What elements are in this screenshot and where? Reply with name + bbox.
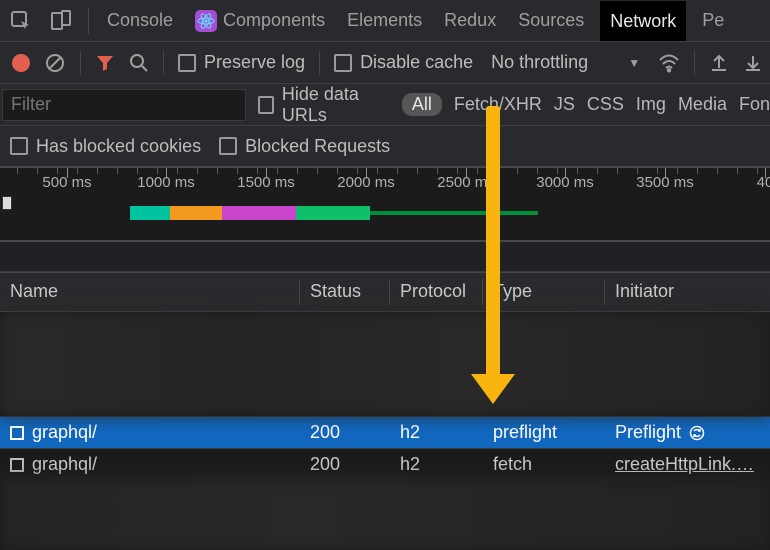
filter-type-fetch-xhr[interactable]: Fetch/XHR [454,94,542,115]
export-har-icon[interactable] [743,53,763,73]
filter-bar: Hide data URLs All Fetch/XHR JS CSS Img … [0,84,770,126]
blocked-cookies-checkbox[interactable]: Has blocked cookies [10,136,201,157]
separator [319,51,320,75]
separator [163,51,164,75]
inspect-element-icon[interactable] [6,6,36,36]
table-header: Name Status Protocol Type Initiator [0,272,770,312]
hide-data-urls-checkbox[interactable]: Hide data URLs [258,84,390,126]
checkbox-icon [10,137,28,155]
disable-cache-checkbox[interactable]: Disable cache [334,52,473,73]
devtools-tabbar: Console Components Elements Redux Source… [0,0,770,42]
filter-type-all[interactable]: All [402,93,442,116]
separator [80,51,81,75]
checkbox-label: Preserve log [204,52,305,73]
cell-name: graphql/ [0,451,300,478]
filter-type-css[interactable]: CSS [587,94,624,115]
tab-sources[interactable]: Sources [512,8,590,33]
network-toolbar: Preserve log Disable cache No throttling… [0,42,770,84]
preflight-link-icon[interactable] [689,425,705,441]
throttle-label: No throttling [491,52,588,73]
timeline-spacer [0,242,770,272]
filter-input[interactable] [2,89,246,121]
col-name[interactable]: Name [0,273,300,311]
import-har-icon[interactable] [709,53,729,73]
cell-initiator: Preflight [605,419,770,446]
cell-name: graphql/ [0,419,300,446]
checkbox-icon [258,96,274,114]
device-toggle-icon[interactable] [46,6,76,36]
request-table: graphql/ 200 h2 preflight Preflight grap… [0,312,770,550]
blocked-requests-checkbox[interactable]: Blocked Requests [219,136,390,157]
tab-components[interactable]: Components [189,8,331,34]
table-row[interactable]: graphql/ 200 h2 preflight Preflight [0,416,770,448]
network-conditions-icon[interactable] [658,52,680,74]
cell-status: 200 [300,451,390,478]
cell-type: preflight [483,419,605,446]
filter-type-font[interactable]: Fon [739,94,770,115]
filter-type-js[interactable]: JS [554,94,575,115]
favicon-placeholder-icon [10,458,24,472]
tab-truncated[interactable]: Pe [696,8,730,33]
table-row[interactable]: graphql/ 200 h2 fetch createHttpLink.… [0,448,770,480]
filter-funnel-icon[interactable] [95,53,115,73]
col-status[interactable]: Status [300,273,390,311]
initiator-link[interactable]: createHttpLink.… [615,454,754,475]
cell-protocol: h2 [390,451,483,478]
col-protocol[interactable]: Protocol [390,273,483,311]
timeline-ruler: 500 ms1000 ms1500 ms2000 ms2500 ms3000 m… [0,168,770,194]
checkbox-icon [219,137,237,155]
filter-type-img[interactable]: Img [636,94,666,115]
separator [88,8,89,34]
checkbox-icon [334,54,352,72]
search-icon[interactable] [129,53,149,73]
react-icon [195,10,217,32]
cell-status: 200 [300,419,390,446]
col-type[interactable]: Type [483,273,605,311]
record-button[interactable] [12,54,30,72]
cell-type: fetch [483,451,605,478]
checkbox-label: Blocked Requests [245,136,390,157]
redacted-rows [0,480,770,550]
chevron-down-icon[interactable]: ▼ [628,56,640,70]
checkbox-label: Hide data URLs [282,84,390,126]
throttling-select[interactable]: No throttling [491,52,588,73]
filter-type-media[interactable]: Media [678,94,727,115]
checkbox-icon [178,54,196,72]
redacted-rows [0,312,770,416]
tab-redux[interactable]: Redux [438,8,502,33]
preserve-log-checkbox[interactable]: Preserve log [178,52,305,73]
tab-network[interactable]: Network [600,1,686,41]
col-initiator[interactable]: Initiator [605,273,770,311]
checkbox-label: Disable cache [360,52,473,73]
clear-icon[interactable] [44,52,66,74]
cell-initiator: createHttpLink.… [605,451,770,478]
timeline-thin-bar [370,211,538,215]
separator [694,51,695,75]
tab-label: Components [223,10,325,31]
cell-protocol: h2 [390,419,483,446]
tab-console[interactable]: Console [101,8,179,33]
checkbox-label: Has blocked cookies [36,136,201,157]
filter-bar-2: Has blocked cookies Blocked Requests [0,126,770,168]
tab-elements[interactable]: Elements [341,8,428,33]
timeline-overview[interactable]: 500 ms1000 ms1500 ms2000 ms2500 ms3000 m… [0,168,770,242]
favicon-placeholder-icon [10,426,24,440]
